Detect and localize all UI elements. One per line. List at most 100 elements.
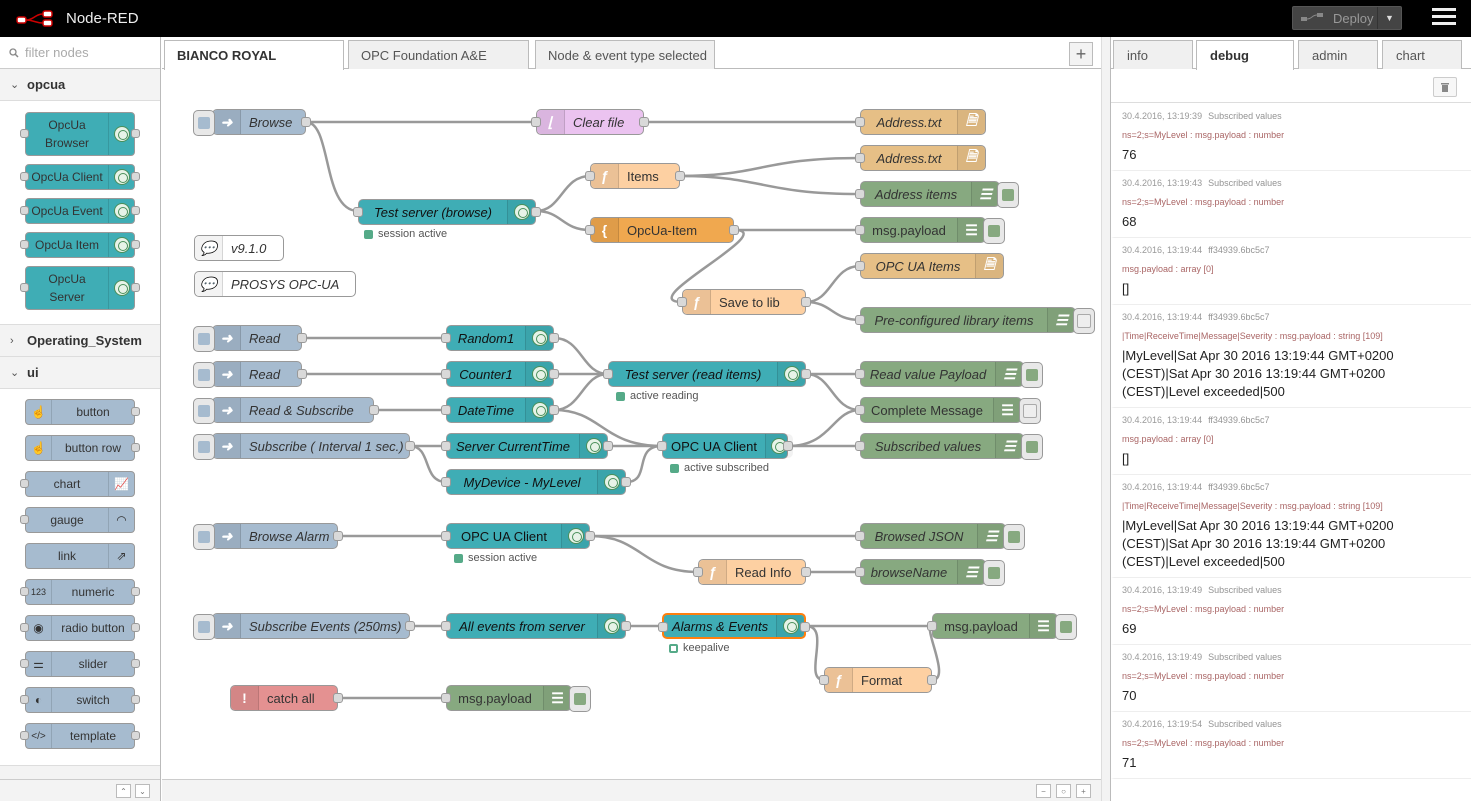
palette-node-opcua-browser[interactable]: OpcUa Browser — [20, 112, 140, 156]
opcua-client-alarms-events[interactable]: Alarms & Events — [658, 613, 810, 639]
palette-category-opcua[interactable]: ⌄ opcua — [0, 69, 160, 101]
file-address-txt-2[interactable]: Address.txt 🗎 — [855, 145, 986, 171]
comment-version[interactable]: 💬 v9.1.0 — [194, 235, 284, 261]
inject-trigger-button[interactable] — [193, 434, 215, 460]
inject-trigger-button[interactable] — [193, 614, 215, 640]
zoom-in-icon[interactable]: + — [1076, 784, 1091, 798]
inject-read-2[interactable]: ➜ Read — [193, 361, 307, 388]
inject-trigger-button[interactable] — [193, 524, 215, 550]
opcua-item-counter[interactable]: Counter1 — [441, 361, 559, 387]
palette-filter[interactable]: filter nodes — [0, 37, 160, 69]
tab-chart[interactable]: chart — [1382, 40, 1462, 69]
file-address-txt-1[interactable]: Address.txt 🗎 — [855, 109, 986, 135]
zoom-reset-icon[interactable]: ○ — [1056, 784, 1071, 798]
deploy-button[interactable]: Deploy ▼ — [1292, 6, 1402, 30]
opcua-event-all-events[interactable]: All events from server — [441, 613, 631, 639]
palette-node-opcua-server[interactable]: OpcUa Server — [20, 266, 140, 310]
debug-address-items[interactable]: Address items ☰ — [855, 181, 1019, 208]
flow-canvas[interactable]: ➜ Browse ⌊ Clear file Address.txt 🗎 Addr… — [162, 69, 1101, 779]
debug-msg-payload-1[interactable]: msg.payload ☰ — [855, 217, 1005, 244]
opcua-item-mylevel[interactable]: MyDevice - MyLevel — [441, 469, 631, 495]
palette-category-ui[interactable]: ⌄ ui — [0, 357, 160, 389]
function-read-info[interactable]: ƒ Read Info — [693, 559, 811, 585]
debug-message[interactable]: 30.4.2016, 13:19:39 Subscribed values ns=… — [1111, 104, 1471, 171]
palette-node-template[interactable]: </> template — [20, 723, 140, 749]
debug-message[interactable]: 30.4.2016, 13:19:49 Subscribed values ns=… — [1111, 645, 1471, 712]
function-items[interactable]: ƒ Items — [585, 163, 685, 189]
tab-node-event-type[interactable]: Node & event type selected — [535, 40, 715, 69]
palette-node-numeric[interactable]: 123 numeric — [20, 579, 140, 605]
debug-browsed-json[interactable]: Browsed JSON ☰ — [855, 523, 1025, 550]
tab-opc-foundation[interactable]: OPC Foundation A&E — [348, 40, 529, 69]
palette-node-link[interactable]: link ⇗ — [25, 543, 135, 569]
deploy-menu-caret-icon[interactable]: ▼ — [1377, 7, 1401, 29]
debug-message[interactable]: 30.4.2016, 13:19:44 ff34939.6bc5c7 |Time|… — [1111, 475, 1471, 578]
opcua-item-datetime[interactable]: DateTime — [441, 397, 559, 423]
inject-trigger-button[interactable] — [193, 362, 215, 388]
palette-node-radio-button[interactable]: ◉ radio button — [20, 615, 140, 641]
inject-trigger-button[interactable] — [193, 326, 215, 352]
main-menu-icon[interactable] — [1432, 8, 1456, 28]
json-opcua-item[interactable]: { OpcUa-Item — [585, 217, 739, 243]
debug-toggle-button[interactable] — [1021, 434, 1043, 460]
tab-debug[interactable]: debug — [1196, 40, 1294, 70]
palette-node-opcua-item[interactable]: OpcUa Item — [20, 232, 140, 258]
debug-preconfigured[interactable]: Pre-configured library items ☰ — [855, 307, 1095, 334]
clear-log-button[interactable] — [1433, 77, 1457, 97]
palette-category-operating-system[interactable]: › Operating_System — [0, 325, 160, 357]
opcua-client-test-server-read[interactable]: Test server (read items) — [603, 361, 811, 387]
inject-trigger-button[interactable] — [193, 398, 215, 424]
palette-node-slider[interactable]: ⚌ slider — [20, 651, 140, 677]
debug-message[interactable]: 30.4.2016, 13:19:54 Subscribed values ns=… — [1111, 712, 1471, 779]
opcua-client-subscribe[interactable]: OPC UA Client — [657, 433, 793, 459]
inject-trigger-button[interactable] — [193, 110, 215, 136]
comment-prosys[interactable]: 💬 PROSYS OPC-UA — [194, 271, 356, 297]
opcua-client-browse[interactable]: OPC UA Client — [441, 523, 595, 549]
sidebar-resize-handle[interactable] — [1101, 37, 1110, 801]
opcua-browser-test-server[interactable]: Test server (browse) — [353, 199, 541, 225]
debug-message[interactable]: 30.4.2016, 13:19:44 ff34939.6bc5c7 msg.pa… — [1111, 238, 1471, 305]
tab-info[interactable]: info — [1113, 40, 1193, 69]
debug-toggle-button[interactable] — [1055, 614, 1077, 640]
palette-node-button-row[interactable]: ☝ button row — [25, 435, 140, 461]
debug-msg-payload-2[interactable]: msg.payload ☰ — [927, 613, 1077, 640]
palette-node-gauge[interactable]: gauge ◠ — [20, 507, 135, 533]
inject-browse[interactable]: ➜ Browse — [193, 109, 311, 136]
tab-admin[interactable]: admin — [1298, 40, 1378, 69]
debug-message[interactable]: 30.4.2016, 13:19:44 ff34939.6bc5c7 |Time|… — [1111, 305, 1471, 408]
debug-toggle-button[interactable] — [983, 560, 1005, 586]
debug-message[interactable]: 30.4.2016, 13:19:43 Subscribed values ns=… — [1111, 171, 1471, 238]
debug-message[interactable]: 30.4.2016, 13:19:44 ff34939.6bc5c7 msg.pa… — [1111, 408, 1471, 475]
inject-subscribe-events[interactable]: ➜ Subscribe Events (250ms) — [193, 613, 415, 640]
zoom-out-icon[interactable]: − — [1036, 784, 1051, 798]
collapse-all-icon[interactable]: ⌃ — [116, 784, 131, 798]
function-format[interactable]: ƒ Format — [819, 667, 937, 693]
template-clear-file[interactable]: ⌊ Clear file — [531, 109, 649, 135]
debug-subscribed-values[interactable]: Subscribed values ☰ — [855, 433, 1043, 460]
debug-read-value[interactable]: Read value Payload ☰ — [855, 361, 1043, 388]
debug-msg-payload-3[interactable]: msg.payload ☰ — [441, 685, 591, 712]
inject-read-subscribe[interactable]: ➜ Read & Subscribe — [193, 397, 379, 424]
add-tab-button[interactable]: + — [1069, 42, 1093, 66]
debug-complete-message[interactable]: Complete Message ☰ — [855, 397, 1041, 424]
debug-toggle-button[interactable] — [1003, 524, 1025, 550]
function-save-to-lib[interactable]: ƒ Save to lib — [677, 289, 811, 315]
debug-toggle-button[interactable] — [569, 686, 591, 712]
palette-node-chart[interactable]: chart 📈 — [20, 471, 135, 497]
palette-node-switch[interactable]: ◐ switch — [20, 687, 140, 713]
debug-browse-name[interactable]: browseName ☰ — [855, 559, 1005, 586]
file-opc-ua-items[interactable]: OPC UA Items 🗎 — [855, 253, 1004, 279]
opcua-item-server-time[interactable]: Server CurrentTime — [441, 433, 613, 459]
debug-toggle-button[interactable] — [1021, 362, 1043, 388]
opcua-item-random[interactable]: Random1 — [441, 325, 559, 351]
palette-node-opcua-event[interactable]: OpcUa Event — [20, 198, 140, 224]
inject-read-1[interactable]: ➜ Read — [193, 325, 307, 352]
debug-toggle-button[interactable] — [1019, 398, 1041, 424]
inject-subscribe[interactable]: ➜ Subscribe ( Interval 1 sec.) — [193, 433, 415, 460]
expand-all-icon[interactable]: ⌄ — [135, 784, 150, 798]
debug-toggle-button[interactable] — [1073, 308, 1095, 334]
palette-node-opcua-client[interactable]: OpcUa Client — [20, 164, 140, 190]
debug-message[interactable]: 30.4.2016, 13:19:49 Subscribed values ns=… — [1111, 578, 1471, 645]
inject-browse-alarm[interactable]: ➜ Browse Alarm — [193, 523, 343, 550]
catch-all[interactable]: ! catch all — [230, 685, 343, 711]
